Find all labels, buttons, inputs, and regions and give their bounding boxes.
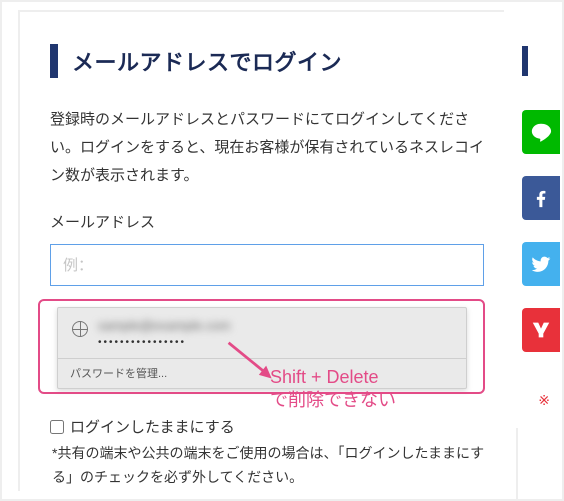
social-sidebar bbox=[522, 46, 560, 352]
page-title: メールアドレスでログイン bbox=[72, 45, 342, 77]
email-field[interactable] bbox=[50, 244, 484, 286]
sidebar-accent-bar bbox=[522, 46, 528, 76]
stay-logged-in-hint: *共有の端末や公共の端末をご使用の場合は、「ログインしたままにする」のチェックを… bbox=[52, 442, 492, 490]
autofill-suggestion[interactable]: sample@example.com •••••••••••••••• bbox=[58, 308, 466, 358]
login-line-button[interactable] bbox=[522, 110, 560, 154]
heading-accent-bar bbox=[50, 44, 58, 78]
facebook-icon bbox=[530, 187, 552, 209]
stay-logged-in-checkbox[interactable] bbox=[50, 420, 64, 434]
globe-icon bbox=[72, 321, 88, 337]
autofill-text: sample@example.com •••••••••••••••• bbox=[98, 318, 230, 348]
annotation-line1: Shift + Delete bbox=[270, 367, 379, 387]
yahoo-icon bbox=[530, 319, 552, 341]
manage-passwords-link[interactable]: パスワードを管理... bbox=[58, 358, 466, 388]
login-twitter-button[interactable] bbox=[522, 242, 560, 286]
aside-note-mark: ※ bbox=[538, 392, 550, 409]
stay-logged-in-row[interactable]: ログインしたままにする bbox=[50, 416, 235, 437]
autofill-email: sample@example.com bbox=[98, 318, 230, 333]
email-label: メールアドレス bbox=[50, 211, 484, 232]
login-yahoo-button[interactable] bbox=[522, 308, 560, 352]
heading-row: メールアドレスでログイン bbox=[50, 44, 484, 78]
login-facebook-button[interactable] bbox=[522, 176, 560, 220]
stay-logged-in-label: ログインしたままにする bbox=[70, 416, 235, 437]
autofill-dropdown: sample@example.com •••••••••••••••• パスワー… bbox=[57, 307, 467, 389]
login-description: 登録時のメールアドレスとパスワードにてログインしてください。ログインをすると、現… bbox=[50, 106, 484, 189]
annotation-line2: で削除できない bbox=[270, 390, 396, 410]
divider-line bbox=[516, 428, 518, 501]
annotation-text: Shift + Delete で削除できない bbox=[270, 366, 396, 412]
line-icon bbox=[530, 121, 552, 143]
twitter-icon bbox=[530, 253, 552, 275]
autofill-password-dots: •••••••••••••••• bbox=[98, 337, 230, 348]
